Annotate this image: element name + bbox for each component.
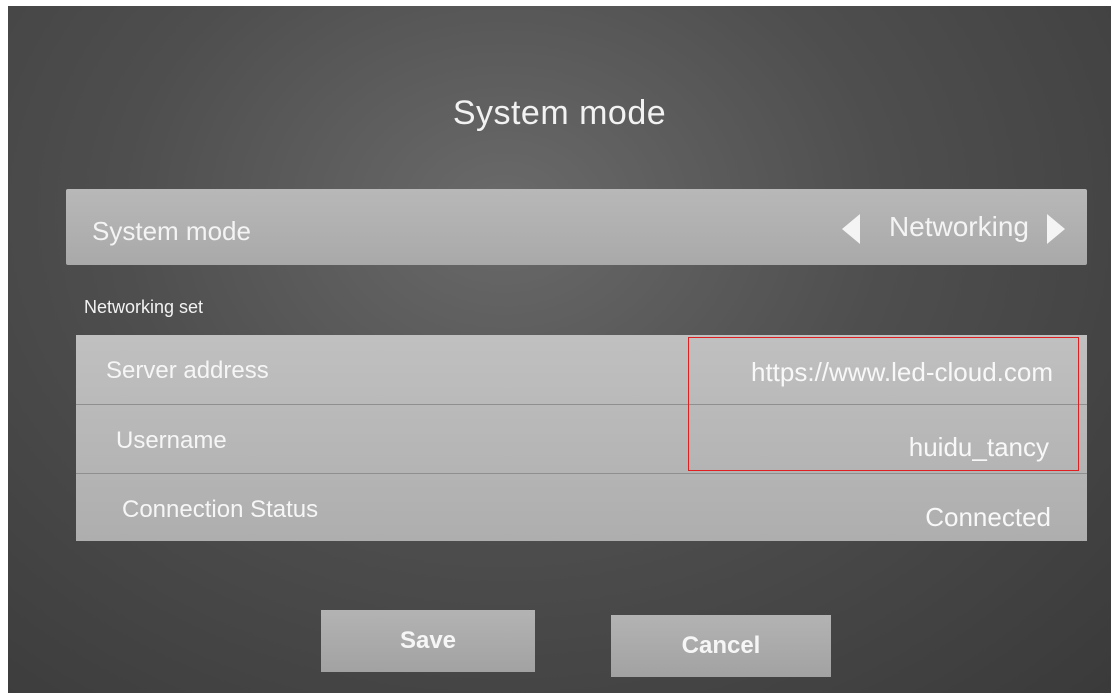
arrow-right-icon[interactable] (1047, 214, 1065, 244)
system-mode-label: System mode (92, 216, 251, 246)
system-mode-value: Networking (888, 211, 1029, 242)
arrow-left-icon[interactable] (842, 214, 860, 244)
system-mode-selector[interactable]: System mode Networking (66, 189, 1087, 265)
tv-screen: System mode System mode Networking Netwo… (8, 6, 1111, 693)
username-label: Username (116, 427, 227, 454)
connection-status-row: Connection Status Connected (76, 473, 1087, 542)
annotation-highlight-box (688, 337, 1079, 471)
networking-section-label: Networking set (84, 297, 204, 317)
save-button[interactable]: Save (321, 610, 535, 672)
connection-status-value: Connected (925, 502, 1051, 532)
dialog-title: System mode (452, 94, 667, 132)
server-address-label: Server address (106, 357, 269, 384)
connection-status-label: Connection Status (122, 496, 319, 523)
cancel-button[interactable]: Cancel (611, 615, 831, 677)
